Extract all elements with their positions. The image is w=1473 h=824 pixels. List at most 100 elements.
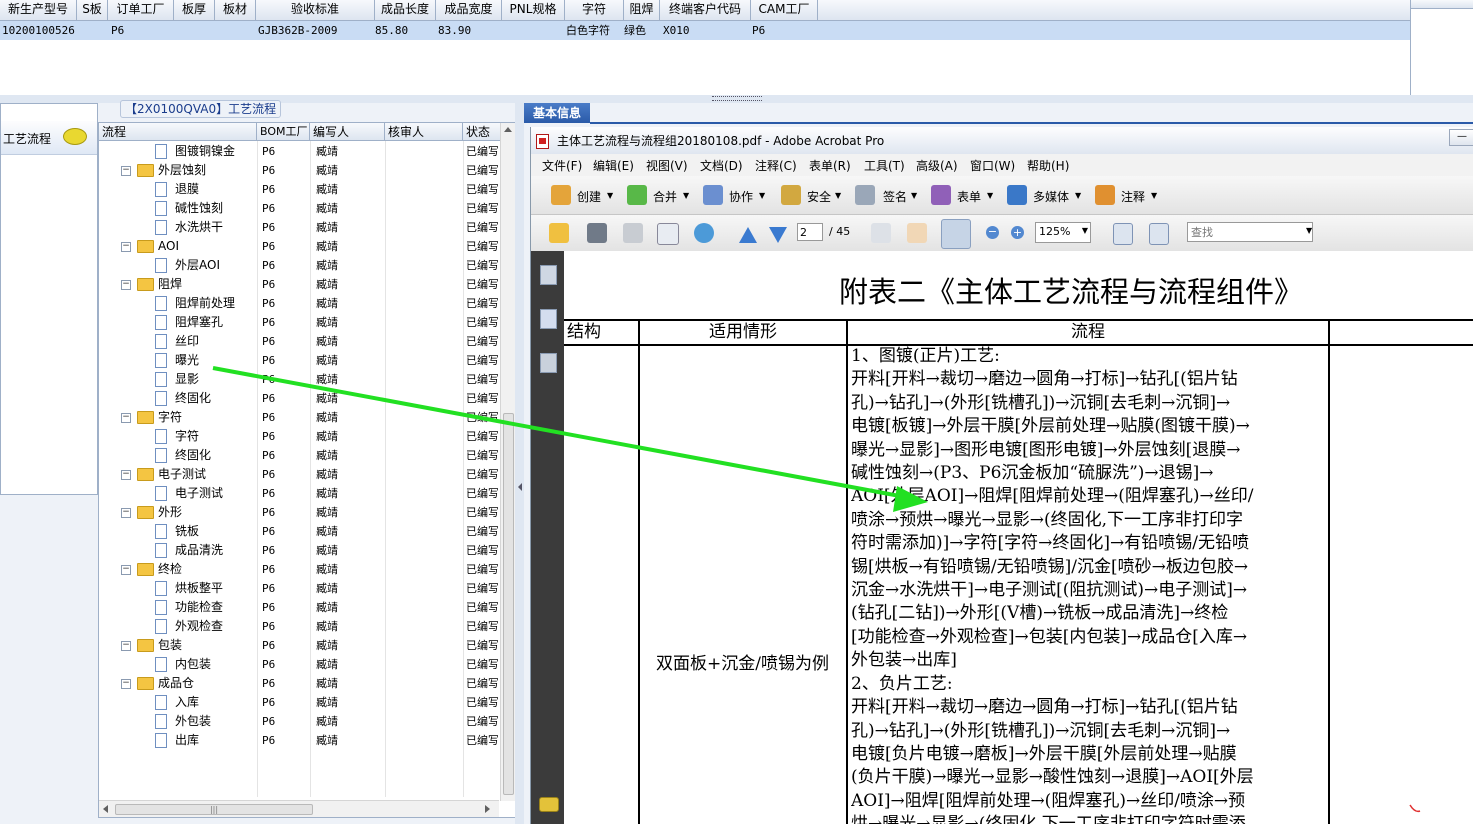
tree-col-flow[interactable]: 流程 xyxy=(99,123,257,141)
find-dropdown-icon[interactable]: ▼ xyxy=(1306,226,1312,235)
tree-item-row[interactable]: 烘板整平 P6 臧靖 已编写 xyxy=(99,579,499,598)
tree-item-row[interactable]: 入库 P6 臧靖 已编写 xyxy=(99,693,499,712)
menu-file[interactable]: 文件(F) xyxy=(542,157,582,174)
col-header-pnl[interactable]: PNL规格 xyxy=(502,0,565,21)
email-icon[interactable] xyxy=(657,223,679,245)
share-globe-icon[interactable] xyxy=(694,223,714,243)
expand-collapse-icon[interactable]: − xyxy=(121,641,131,651)
scroll-up-icon[interactable] xyxy=(504,127,512,132)
tree-col-status[interactable]: 状态 xyxy=(463,123,501,141)
forms-button[interactable]: 表单 xyxy=(957,188,981,205)
cell-solder[interactable]: 绿色 xyxy=(624,21,646,40)
tree-item-row[interactable]: 成品清洗 P6 臧靖 已编写 xyxy=(99,541,499,560)
combine-button[interactable]: 合并 xyxy=(653,188,677,205)
expand-collapse-icon[interactable]: − xyxy=(121,508,131,518)
chevron-down-icon[interactable]: ▼ xyxy=(1082,226,1088,235)
marquee-zoom-icon[interactable] xyxy=(941,219,971,249)
tree-folder-row[interactable]: − 电子测试 P6 臧靖 已编写 xyxy=(99,465,499,484)
previous-page-icon[interactable] xyxy=(739,227,757,243)
col-header-model[interactable]: 新生产型号 xyxy=(0,0,77,21)
sign-button[interactable]: 签名 xyxy=(883,188,907,205)
col-header-thickness[interactable]: 板厚 xyxy=(174,0,215,21)
next-page-icon[interactable] xyxy=(769,227,787,243)
tree-item-row[interactable]: 出库 P6 臧靖 已编写 xyxy=(99,731,499,750)
vertical-splitter[interactable] xyxy=(515,103,524,824)
expand-collapse-icon[interactable]: − xyxy=(121,280,131,290)
pdf-page[interactable]: 附表二《主体工艺流程与流程组件》 结构 适用情形 流程 双面板+沉金/喷锡为例 … xyxy=(564,251,1473,824)
cell-cam[interactable]: P6 xyxy=(752,21,765,40)
tree-item-row[interactable]: 碱性蚀刻 P6 臧靖 已编写 xyxy=(99,199,499,218)
select-cursor-icon[interactable] xyxy=(871,223,891,243)
create-button[interactable]: 创建 xyxy=(577,188,601,205)
col-header-material[interactable]: 板材 xyxy=(215,0,256,21)
open-folder-icon[interactable] xyxy=(549,223,569,243)
tree-item-row[interactable]: 内包装 P6 臧靖 已编写 xyxy=(99,655,499,674)
pages-panel-icon[interactable] xyxy=(540,265,557,285)
menu-window[interactable]: 窗口(W) xyxy=(970,157,1015,174)
col-header-solder[interactable]: 阻焊 xyxy=(624,0,660,21)
multimedia-button[interactable]: 多媒体 xyxy=(1033,188,1069,205)
tree-item-row[interactable]: 外层AOI P6 臧靖 已编写 xyxy=(99,256,499,275)
tree-item-row[interactable]: 退膜 P6 臧靖 已编写 xyxy=(99,180,499,199)
expand-collapse-icon[interactable]: − xyxy=(121,413,131,423)
expand-collapse-icon[interactable]: − xyxy=(121,679,131,689)
print-icon[interactable] xyxy=(587,223,607,243)
tree-folder-row[interactable]: − 成品仓 P6 臧靖 已编写 xyxy=(99,674,499,693)
zoom-select[interactable]: 125% ▼ xyxy=(1035,222,1091,243)
form-icon[interactable] xyxy=(931,185,951,205)
tree-col-reviewer[interactable]: 核审人 xyxy=(385,123,463,141)
tree-item-row[interactable]: 功能检查 P6 臧靖 已编写 xyxy=(99,598,499,617)
menu-help[interactable]: 帮助(H) xyxy=(1027,157,1069,174)
cell-char[interactable]: 白色字符 xyxy=(566,21,610,40)
menu-document[interactable]: 文档(D) xyxy=(700,157,743,174)
collaborate-icon[interactable] xyxy=(703,185,723,205)
col-header-cam[interactable]: CAM工厂 xyxy=(751,0,818,21)
hand-tool-icon[interactable] xyxy=(907,223,927,243)
tree-folder-row[interactable]: − 终检 P6 臧靖 已编写 xyxy=(99,560,499,579)
col-header-order-plant[interactable]: 订单工厂 xyxy=(108,0,174,21)
full-screen-icon[interactable] xyxy=(1149,223,1169,245)
find-input[interactable] xyxy=(1187,222,1313,242)
col-header-width[interactable]: 成品宽度 xyxy=(436,0,502,21)
col-header-length[interactable]: 成品长度 xyxy=(375,0,436,21)
tree-item-row[interactable]: 丝印 P6 臧靖 已编写 xyxy=(99,332,499,351)
expand-collapse-icon[interactable]: − xyxy=(121,166,131,176)
menu-advanced[interactable]: 高级(A) xyxy=(916,157,958,174)
scroll-left-icon[interactable] xyxy=(103,805,108,813)
comment-icon[interactable] xyxy=(1095,185,1115,205)
tree-folder-row[interactable]: − 外层蚀刻 P6 臧靖 已编写 xyxy=(99,161,499,180)
expand-collapse-icon[interactable]: − xyxy=(121,470,131,480)
tree-item-row[interactable]: 外包装 P6 臧靖 已编写 xyxy=(99,712,499,731)
tree-item-row[interactable]: 水洗烘干 P6 臧靖 已编写 xyxy=(99,218,499,237)
cell-standard[interactable]: GJB362B-2009 xyxy=(258,21,337,40)
acrobat-titlebar[interactable]: 主体工艺流程与流程组20180108.pdf - Adobe Acrobat P… xyxy=(531,127,1473,154)
cell-model[interactable]: 10200100526 xyxy=(2,21,75,40)
col-header-customer[interactable]: 终端客户代码 xyxy=(660,0,751,21)
tree-item-row[interactable]: 阻焊塞孔 P6 臧靖 已编写 xyxy=(99,313,499,332)
zoom-out-icon[interactable]: − xyxy=(986,226,999,239)
tree-col-bom-plant[interactable]: BOM工厂 xyxy=(257,123,310,141)
tree-item-row[interactable]: 字符 P6 臧靖 已编写 xyxy=(99,427,499,446)
scroll-right-icon[interactable] xyxy=(485,805,490,813)
tree-folder-row[interactable]: − 字符 P6 臧靖 已编写 xyxy=(99,408,499,427)
signatures-panel-icon[interactable] xyxy=(540,353,557,373)
menu-view[interactable]: 视图(V) xyxy=(646,157,688,174)
minimize-icon[interactable]: — xyxy=(1449,129,1473,146)
tree-item-row[interactable]: 终固化 P6 臧靖 已编写 xyxy=(99,389,499,408)
menu-comments[interactable]: 注释(C) xyxy=(755,157,797,174)
tree-folder-row[interactable]: − 包装 P6 臧靖 已编写 xyxy=(99,636,499,655)
tree-folder-row[interactable]: − AOI P6 臧靖 已编写 xyxy=(99,237,499,256)
menu-forms[interactable]: 表单(R) xyxy=(809,157,851,174)
menu-edit[interactable]: 编辑(E) xyxy=(593,157,634,174)
fit-page-icon[interactable] xyxy=(1113,223,1133,245)
expand-collapse-icon[interactable]: − xyxy=(121,242,131,252)
combine-icon[interactable] xyxy=(627,185,647,205)
tab-process-flow[interactable]: 工艺流程 xyxy=(1,121,97,155)
comments-panel-icon[interactable] xyxy=(539,797,559,812)
col-header-s-board[interactable]: S板 xyxy=(77,0,108,21)
cell-width[interactable]: 83.90 xyxy=(438,21,471,40)
tree-item-row[interactable]: 显影 P6 臧靖 已编写 xyxy=(99,370,499,389)
tab-basic-info[interactable]: 基本信息 xyxy=(524,103,590,123)
bookmarks-panel-icon[interactable] xyxy=(540,309,557,329)
save-icon[interactable] xyxy=(623,223,643,243)
